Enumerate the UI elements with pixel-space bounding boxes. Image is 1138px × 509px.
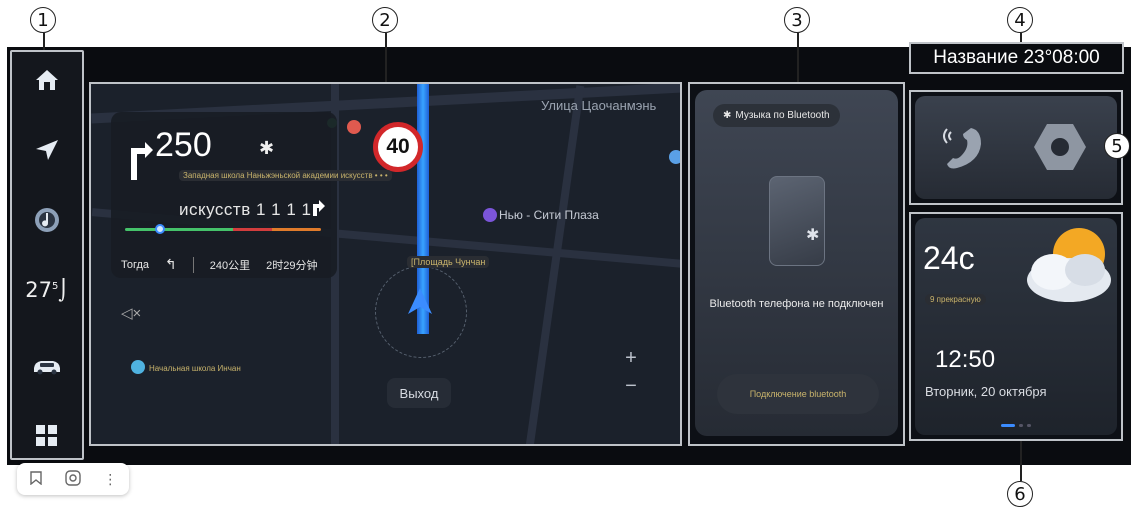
bluetooth-panel: ✱ Музыка по Bluetooth ✱ Bluetooth телефон… (688, 82, 905, 446)
callout-6-leader (1020, 441, 1022, 481)
callout-6: 6 (1007, 481, 1033, 507)
sidebar-item-apps[interactable] (12, 416, 82, 456)
page-dot-active (1001, 424, 1015, 427)
sidebar-item-car[interactable] (12, 346, 82, 386)
status-title-bar: Название 23°08:00 (909, 42, 1124, 74)
sparkle-icon: ✱ (259, 138, 275, 158)
sidebar-item-music[interactable] (12, 200, 82, 240)
current-location-label: [Площадь Чунчан (407, 256, 490, 268)
callout-1-leader (43, 33, 45, 50)
more-options-button[interactable]: ⋮ (95, 466, 125, 492)
speed-limit-sign: 40 (373, 122, 423, 172)
then-label: Тогда (121, 258, 150, 271)
callout-4-leader (1020, 33, 1022, 42)
clock-time: 12:50 (935, 346, 996, 373)
turn-left-icon (127, 136, 153, 185)
map-road (525, 85, 585, 444)
sidebar-item-home[interactable] (12, 60, 82, 100)
next-road-name: Западная школа Наньжэньской академии иск… (179, 170, 392, 181)
callout-3: 3 (784, 7, 810, 33)
lane-text: искусств 1 1 1 1 (179, 200, 312, 219)
car-icon (31, 356, 63, 376)
temperature: 24c (923, 240, 975, 276)
settings-icon[interactable] (1033, 122, 1087, 177)
divider (192, 256, 194, 273)
bluetooth-icon: ✱ (723, 110, 732, 121)
callout-4: 4 (1007, 7, 1033, 33)
callout-1: 1 (30, 7, 56, 33)
bookmark-icon (29, 470, 42, 488)
shortcuts-card (915, 96, 1117, 199)
poi-pin[interactable] (669, 150, 680, 164)
apps-grid-icon (35, 424, 59, 448)
sidebar-item-climate[interactable]: 275⌡ (12, 270, 82, 310)
bluetooth-music-chip[interactable]: ✱ Музыка по Bluetooth (713, 104, 840, 127)
route-progress-marker (155, 224, 165, 234)
image-toolbar: ⋮ (17, 463, 129, 495)
weather-panel: 24c 9 прекрасную 12:50 Вторник, 20 октяб… (909, 212, 1123, 441)
page-dot (1019, 424, 1023, 427)
map-panel[interactable]: Улица Цаочанмэнь 40 Нью - Сити Плаза Нач… (89, 82, 682, 446)
phone-icon[interactable] (941, 122, 985, 177)
vehicle-arrow-icon (405, 286, 435, 321)
more-vertical-icon: ⋮ (103, 470, 118, 487)
callout-2-leader (385, 33, 387, 82)
bluetooth-status: Bluetooth телефона не подключен (709, 298, 884, 310)
clock-date: Вторник, 20 октября (925, 384, 1047, 399)
poi-pin[interactable] (131, 360, 145, 374)
poi-label: Начальная школа Инчан (149, 364, 241, 373)
turn-distance: 250 (155, 126, 212, 164)
bluetooth-icon: ✱ (806, 227, 820, 244)
callout-3-leader (797, 33, 799, 82)
exit-navigation-button[interactable]: Выход (387, 378, 451, 408)
bookmark-button[interactable] (21, 466, 51, 492)
zoom-controls: + − (619, 344, 643, 400)
mute-icon[interactable]: ◁× (121, 304, 141, 322)
callout-2: 2 (372, 7, 398, 33)
bluetooth-card: ✱ Музыка по Bluetooth ✱ Bluetooth телефон… (695, 90, 898, 436)
fork-left-icon: ↰ (165, 256, 177, 272)
partly-cloudy-icon (1019, 220, 1115, 311)
climate-icon: 275⌡ (25, 278, 69, 302)
callout-5: 5 (1104, 133, 1130, 159)
poi-pin[interactable] (347, 120, 361, 134)
street-name: Улица Цаочанмэнь (541, 98, 657, 113)
zoom-out-button[interactable]: − (619, 372, 643, 400)
poi-label: Нью - Сити Плаза (499, 208, 599, 222)
remaining-time: 2时29分钟 (266, 259, 318, 272)
lens-search-button[interactable] (58, 466, 88, 492)
navigation-card: 250 ✱ Западная школа Наньжэньской академ… (111, 112, 392, 278)
remaining-distance: 240公里 (209, 259, 251, 272)
phone-icon: ✱ (769, 176, 825, 266)
music-icon (33, 206, 61, 234)
bluetooth-connect-button[interactable]: Подключение bluetooth (717, 374, 879, 414)
poi-pin[interactable] (483, 208, 497, 222)
zoom-in-button[interactable]: + (619, 344, 643, 372)
page-indicator (1001, 424, 1031, 427)
sidebar: 275⌡ (10, 50, 84, 460)
weather-card[interactable]: 24c 9 прекрасную 12:50 Вторник, 20 октяб… (915, 218, 1117, 435)
turn-right-icon (311, 198, 325, 221)
page-dot (1027, 424, 1031, 427)
navigation-icon (34, 138, 60, 162)
weather-condition: 9 прекрасную (925, 294, 986, 305)
home-icon (34, 68, 60, 92)
sidebar-item-navigation[interactable] (12, 130, 82, 170)
shortcuts-panel (909, 90, 1123, 205)
lens-icon (65, 469, 81, 489)
navigation-footer: Тогда ↰ 240公里 2时29分钟 (121, 256, 318, 273)
